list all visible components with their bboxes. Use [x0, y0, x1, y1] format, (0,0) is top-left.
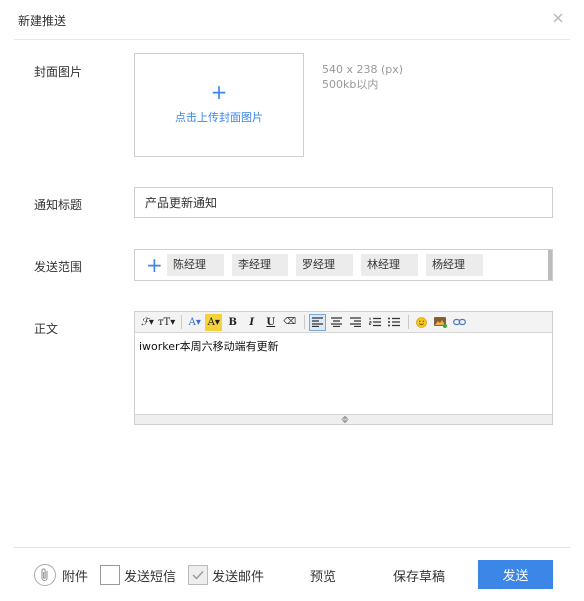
emoji-icon[interactable]: [413, 314, 430, 331]
send-email-checkbox[interactable]: [188, 565, 208, 585]
recipient-chips: 陈经理 李经理 罗经理 林经理 杨经理: [167, 254, 483, 276]
plus-icon: +: [210, 80, 228, 104]
dialog-header: [14, 0, 570, 40]
recipient-chip[interactable]: 李经理: [232, 254, 288, 276]
align-center-icon[interactable]: [328, 314, 345, 331]
attachment-button[interactable]: 附件: [34, 562, 88, 588]
cover-upload-box[interactable]: + 点击上传封面图片: [134, 53, 304, 157]
toolbar-divider: [181, 315, 183, 329]
cover-hint-limit: 500kb以内: [322, 78, 379, 91]
align-right-icon[interactable]: [347, 314, 364, 331]
insert-image-icon[interactable]: [432, 314, 449, 331]
highlight-button[interactable]: A▾: [205, 313, 223, 331]
checkmark-icon: [192, 571, 204, 580]
font-size-button[interactable]: ᴛT▾: [158, 314, 175, 331]
add-recipient-icon[interactable]: +: [146, 254, 163, 276]
attachment-label: 附件: [62, 569, 89, 585]
save-draft-button[interactable]: 保存草稿: [393, 562, 445, 588]
recipient-chip[interactable]: 陈经理: [167, 254, 224, 276]
preview-button[interactable]: 预览: [310, 562, 336, 588]
dialog-title: 新建推送: [18, 14, 67, 28]
font-family-button[interactable]: ℱ▾: [139, 314, 156, 331]
unordered-list-icon[interactable]: [385, 314, 402, 331]
editor-resize-bar[interactable]: [135, 414, 552, 424]
send-email-option[interactable]: 发送邮件: [188, 562, 264, 588]
close-icon[interactable]: [552, 12, 564, 24]
link-icon[interactable]: [451, 314, 468, 331]
send-scope-box[interactable]: + 陈经理 李经理 罗经理 林经理 杨经理: [134, 249, 553, 281]
cover-hint-size: 540 x 238 (px): [322, 63, 404, 76]
recipient-chip[interactable]: 林经理: [361, 254, 418, 276]
upload-cover-text: 点击上传封面图片: [175, 111, 263, 124]
notice-title-input[interactable]: [134, 187, 553, 218]
new-push-dialog: 新建推送 封面图片 + 点击上传封面图片 540 x 238 (px) 500k…: [0, 0, 584, 601]
scope-scrollbar[interactable]: [548, 250, 552, 280]
ordered-list-icon[interactable]: [366, 314, 383, 331]
body-label: 正文: [34, 322, 59, 336]
align-left-icon[interactable]: [309, 313, 327, 331]
font-color-button[interactable]: A▾: [186, 314, 203, 331]
paperclip-icon: [34, 564, 56, 586]
send-button[interactable]: 发送: [478, 560, 553, 589]
footer-divider: [14, 547, 570, 548]
underline-button[interactable]: U: [262, 314, 279, 331]
italic-button[interactable]: I: [243, 314, 260, 331]
resize-grip-icon: [341, 416, 349, 423]
send-sms-checkbox[interactable]: [100, 565, 120, 585]
editor-content[interactable]: iworker本周六移动端有更新: [139, 338, 279, 354]
send-email-label: 发送邮件: [212, 569, 265, 585]
send-sms-label: 发送短信: [124, 569, 177, 585]
editor-toolbar: ℱ▾ ᴛT▾ A▾ A▾ B I U ⌫: [135, 312, 552, 333]
rich-text-editor: ℱ▾ ᴛT▾ A▾ A▾ B I U ⌫ iworker本周六移动端有更新: [134, 311, 553, 425]
notice-title-label: 通知标题: [34, 198, 83, 212]
toolbar-divider: [408, 315, 410, 329]
recipient-chip[interactable]: 罗经理: [296, 254, 353, 276]
bold-button[interactable]: B: [224, 314, 241, 331]
cover-image-label: 封面图片: [34, 65, 83, 79]
send-sms-option[interactable]: 发送短信: [100, 562, 176, 588]
cover-hint: 540 x 238 (px) 500kb以内: [322, 62, 403, 92]
send-scope-label: 发送范围: [34, 260, 83, 274]
toolbar-divider: [304, 315, 306, 329]
eraser-icon[interactable]: ⌫: [281, 314, 298, 331]
recipient-chip[interactable]: 杨经理: [426, 254, 483, 276]
